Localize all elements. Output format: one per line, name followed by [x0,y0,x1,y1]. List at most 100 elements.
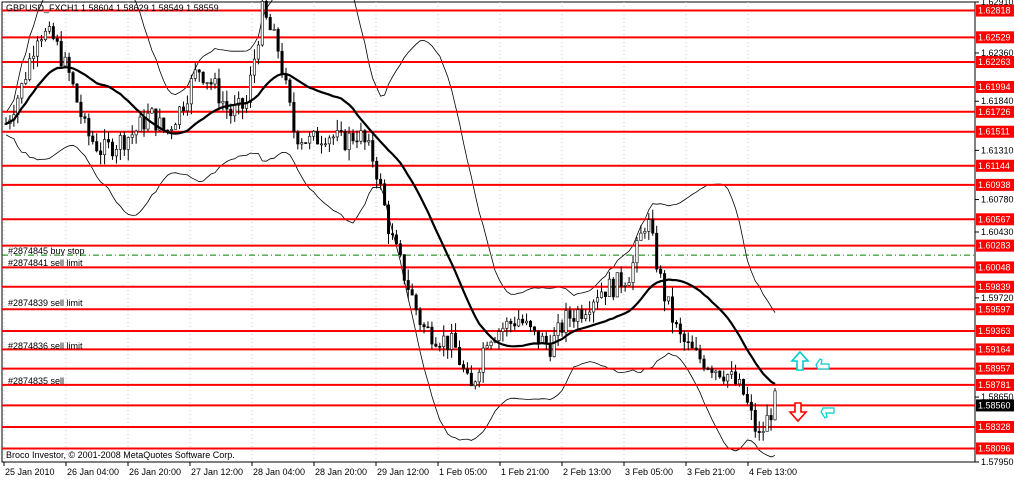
candle-body [398,243,402,255]
chart-title: GBPUSD_FXCH1 1.58604 1.58629 1.58549 1.5… [6,3,219,13]
candle-body [607,278,611,297]
price-axis-label: 1.62910 [981,0,1014,7]
candle-body [450,333,454,350]
candle-body [694,347,698,350]
candle-body [619,272,623,287]
candle-body [79,101,83,118]
candle-body [371,140,375,162]
candle-body [122,135,126,150]
price-axis-label: 1.57950 [981,457,1014,467]
candle-body [205,82,209,84]
candle-body [469,372,473,387]
candle-body [596,297,600,303]
candle-body [556,322,560,336]
candle-body [773,390,777,421]
candle-body [347,132,351,150]
candle-body [525,320,529,324]
candle-body [414,294,418,311]
candle-body [406,280,410,290]
chart-window[interactable]: 1.62818 1.62529 1.62263 1.61994 1.61726 1.615… [0,0,1014,479]
candle-body [741,379,745,395]
candle-body [138,116,142,132]
price-axis-label: 1.60430 [981,227,1014,237]
order-label: #2874835 sell [8,376,64,386]
candle-body [686,341,690,344]
time-axis-label: 4 Feb 13:00 [749,467,797,477]
candle-body [422,324,426,328]
candle-body [363,130,367,143]
candle-body [375,160,379,180]
candle-body [678,323,682,335]
price-level-label: 1.60048 [978,262,1011,272]
candle-body [501,327,505,332]
candle-body [753,409,757,432]
candle-body [335,130,339,138]
candle-body [548,343,552,357]
candle-body [572,318,576,322]
price-chart[interactable]: 1.62818 1.62529 1.62263 1.61994 1.61726 1.615… [0,0,1014,479]
candle-body [268,17,272,31]
candle-body [114,149,118,157]
candle-body [635,240,639,264]
candle-body [497,331,501,341]
candle-body [276,29,280,52]
candle-body [430,326,434,345]
price-level-label: 1.59839 [978,282,1011,292]
candle-body [418,309,422,325]
candle-body [757,431,761,433]
candle-body [51,26,55,39]
candle-body [513,323,517,327]
price-level-label: 1.59363 [978,326,1011,336]
time-axis-label: 3 Feb 05:00 [625,467,673,477]
candle-body [505,320,509,329]
candle-body [509,320,513,324]
price-axis-label: 1.62360 [981,48,1014,58]
candle-body [532,326,536,332]
candle-body [765,415,769,432]
price-level-label: 1.62263 [978,57,1011,67]
candle-body [387,204,391,234]
candle-body [769,415,773,421]
order-label: #2874839 sell limit [8,298,83,308]
candle-body [592,301,596,313]
candle-body [702,358,706,369]
candle-body [734,371,738,385]
candle-body [726,374,730,382]
candle-body [36,40,40,57]
candle-body [221,101,225,104]
candle-body [162,117,166,131]
candle-body [706,368,710,370]
candle-body [87,118,91,137]
candle-body [465,368,469,374]
candle-body [28,58,32,80]
candle-body [327,137,331,145]
candle-body [647,219,651,232]
price-level-label: 1.58781 [978,380,1011,390]
candle-body [351,132,355,142]
candle-body [367,140,371,143]
candle-body [379,178,383,185]
candle-body [91,135,95,142]
price-axis-label: 1.61840 [981,96,1014,106]
candle-body [331,136,335,139]
candle-body [659,268,663,274]
candle-body [390,233,394,236]
candle-body [528,320,532,328]
candle-body [75,83,79,103]
price-axis-label: 1.58650 [981,392,1014,402]
candle-body [170,129,174,131]
candle-body [256,44,260,60]
candle-body [714,370,718,373]
order-label: #2874836 sell limit [8,341,83,351]
candle-body [481,347,485,373]
candle-body [615,272,619,298]
price-level-label: 1.60567 [978,214,1011,224]
candle-body [517,318,521,327]
candle-body [292,102,296,133]
candle-body [178,106,182,125]
candle-body [674,322,678,325]
candle-body [603,291,607,297]
time-axis-label: 26 Jan 04:00 [67,467,119,477]
time-axis-label: 2 Feb 13:00 [563,467,611,477]
price-level-label: 1.62529 [978,32,1011,42]
